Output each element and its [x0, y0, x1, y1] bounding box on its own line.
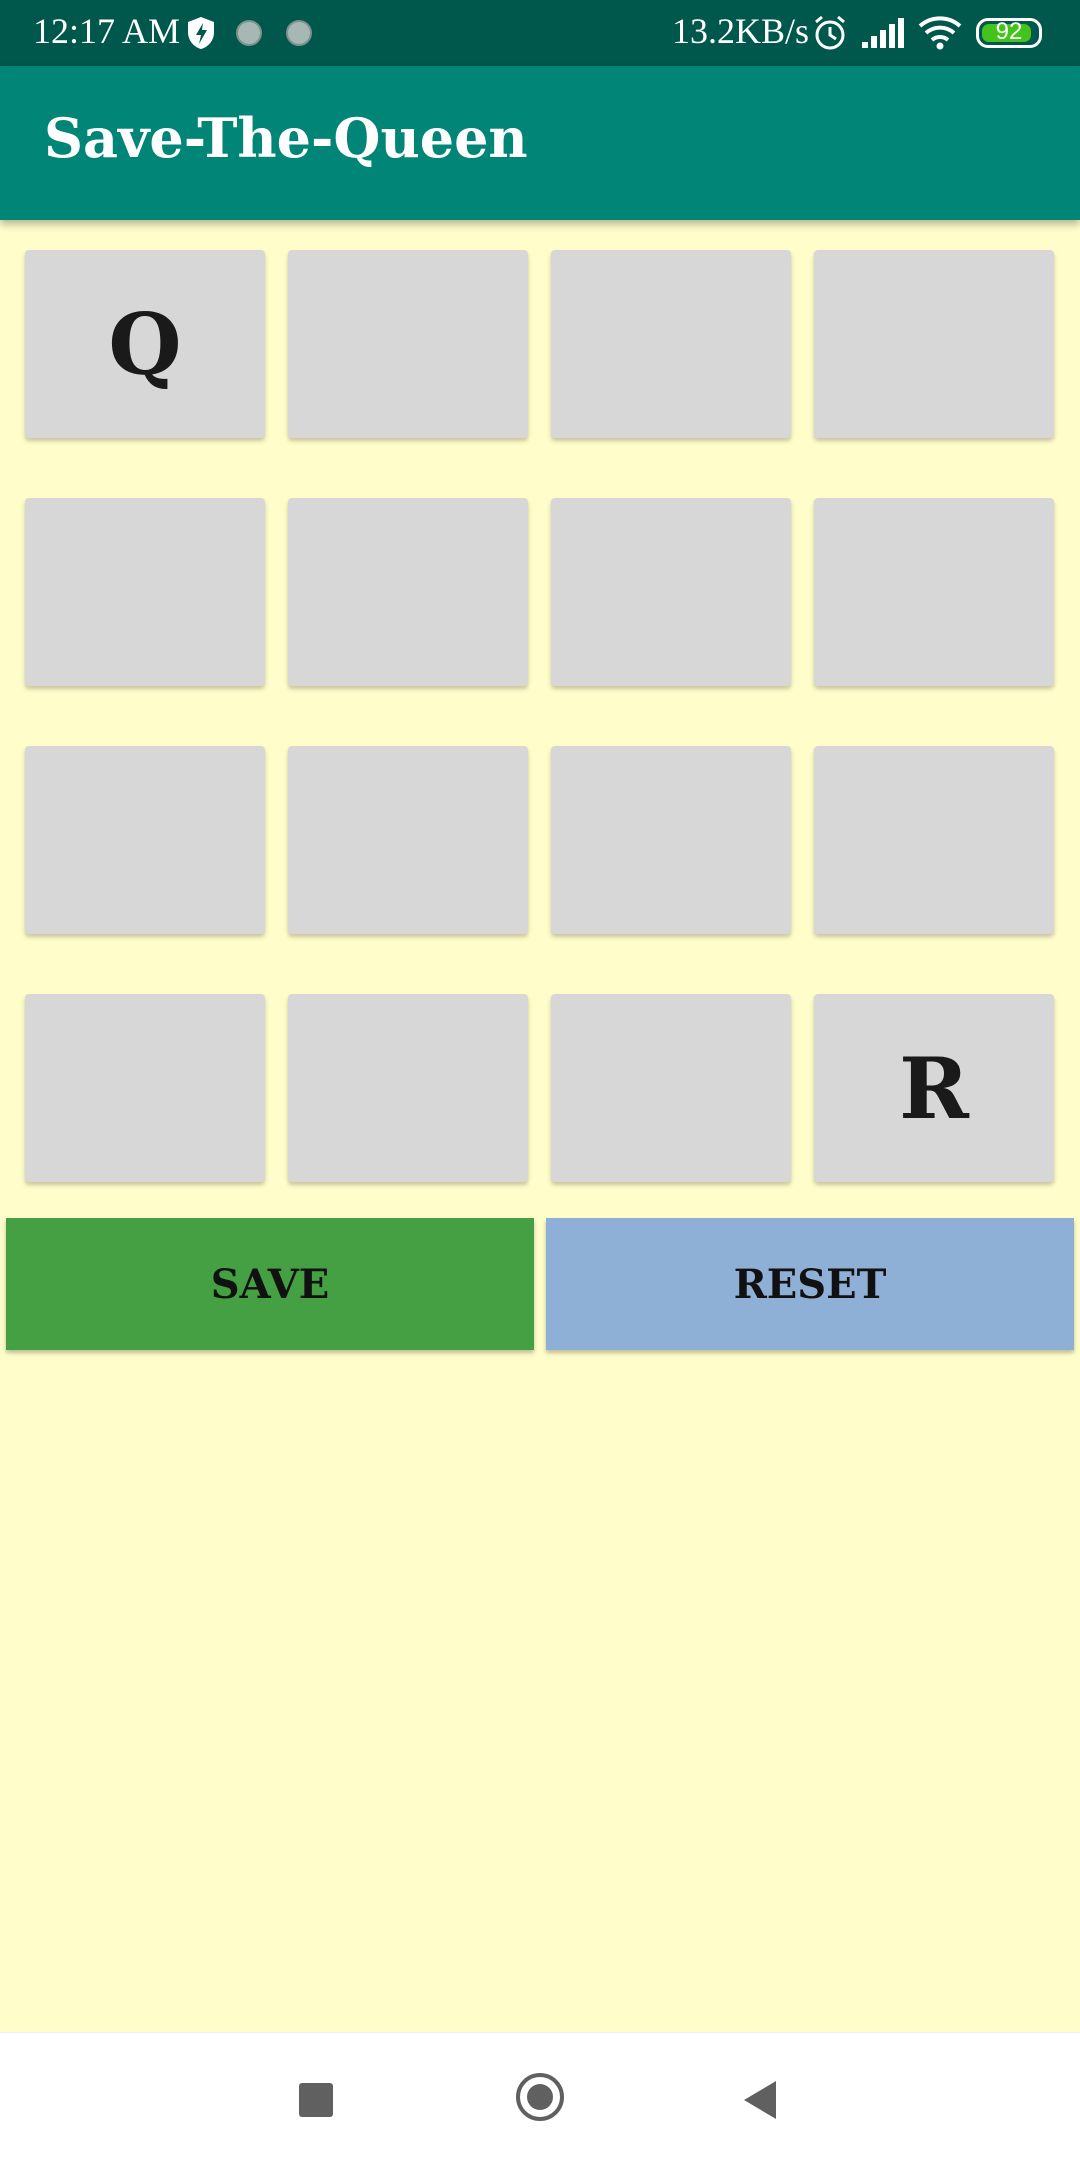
board-cell-1-0[interactable] — [25, 498, 265, 686]
navigation-bar — [0, 2032, 1080, 2161]
board-cell-2-0[interactable] — [25, 746, 265, 934]
save-button[interactable]: SAVE — [6, 1218, 534, 1350]
board-cell-1-3[interactable] — [814, 498, 1054, 686]
alarm-icon — [815, 15, 845, 50]
app-title: Save-The-Queen — [44, 106, 528, 170]
wifi-icon — [918, 16, 962, 50]
recents-icon[interactable] — [299, 2083, 333, 2117]
cellular-signal-icon — [862, 18, 904, 48]
board-cell-3-0[interactable] — [25, 994, 265, 1182]
app-bar: Save-The-Queen — [0, 66, 1080, 220]
notification-dot-icon — [286, 20, 312, 46]
back-icon[interactable] — [744, 2081, 776, 2119]
board-cell-3-2[interactable] — [551, 994, 791, 1182]
board-cell-0-1[interactable] — [288, 250, 528, 438]
reset-button[interactable]: RESET — [546, 1218, 1074, 1350]
battery-icon: 92 — [976, 18, 1042, 48]
shield-icon — [188, 17, 214, 49]
board-cell-2-3[interactable] — [814, 746, 1054, 934]
board-cell-0-2[interactable] — [551, 250, 791, 438]
board-cell-2-2[interactable] — [551, 746, 791, 934]
home-icon[interactable] — [516, 2073, 564, 2121]
status-time: 12:17 AM — [33, 11, 181, 51]
board-cell-0-0[interactable]: Q — [25, 250, 265, 438]
board-cell-1-2[interactable] — [551, 498, 791, 686]
status-bar: 12:17 AM 13.2KB/s 92 — [0, 0, 1080, 66]
board-cell-2-1[interactable] — [288, 746, 528, 934]
notification-dot-icon — [236, 20, 262, 46]
battery-level: 92 — [995, 18, 1023, 45]
board-cell-0-3[interactable] — [814, 250, 1054, 438]
board-cell-3-1[interactable] — [288, 994, 528, 1182]
board-cell-3-3[interactable]: R — [814, 994, 1054, 1182]
home-icon-inner — [527, 2084, 553, 2110]
board-cell-1-1[interactable] — [288, 498, 528, 686]
network-speed: 13.2KB/s — [672, 11, 810, 51]
